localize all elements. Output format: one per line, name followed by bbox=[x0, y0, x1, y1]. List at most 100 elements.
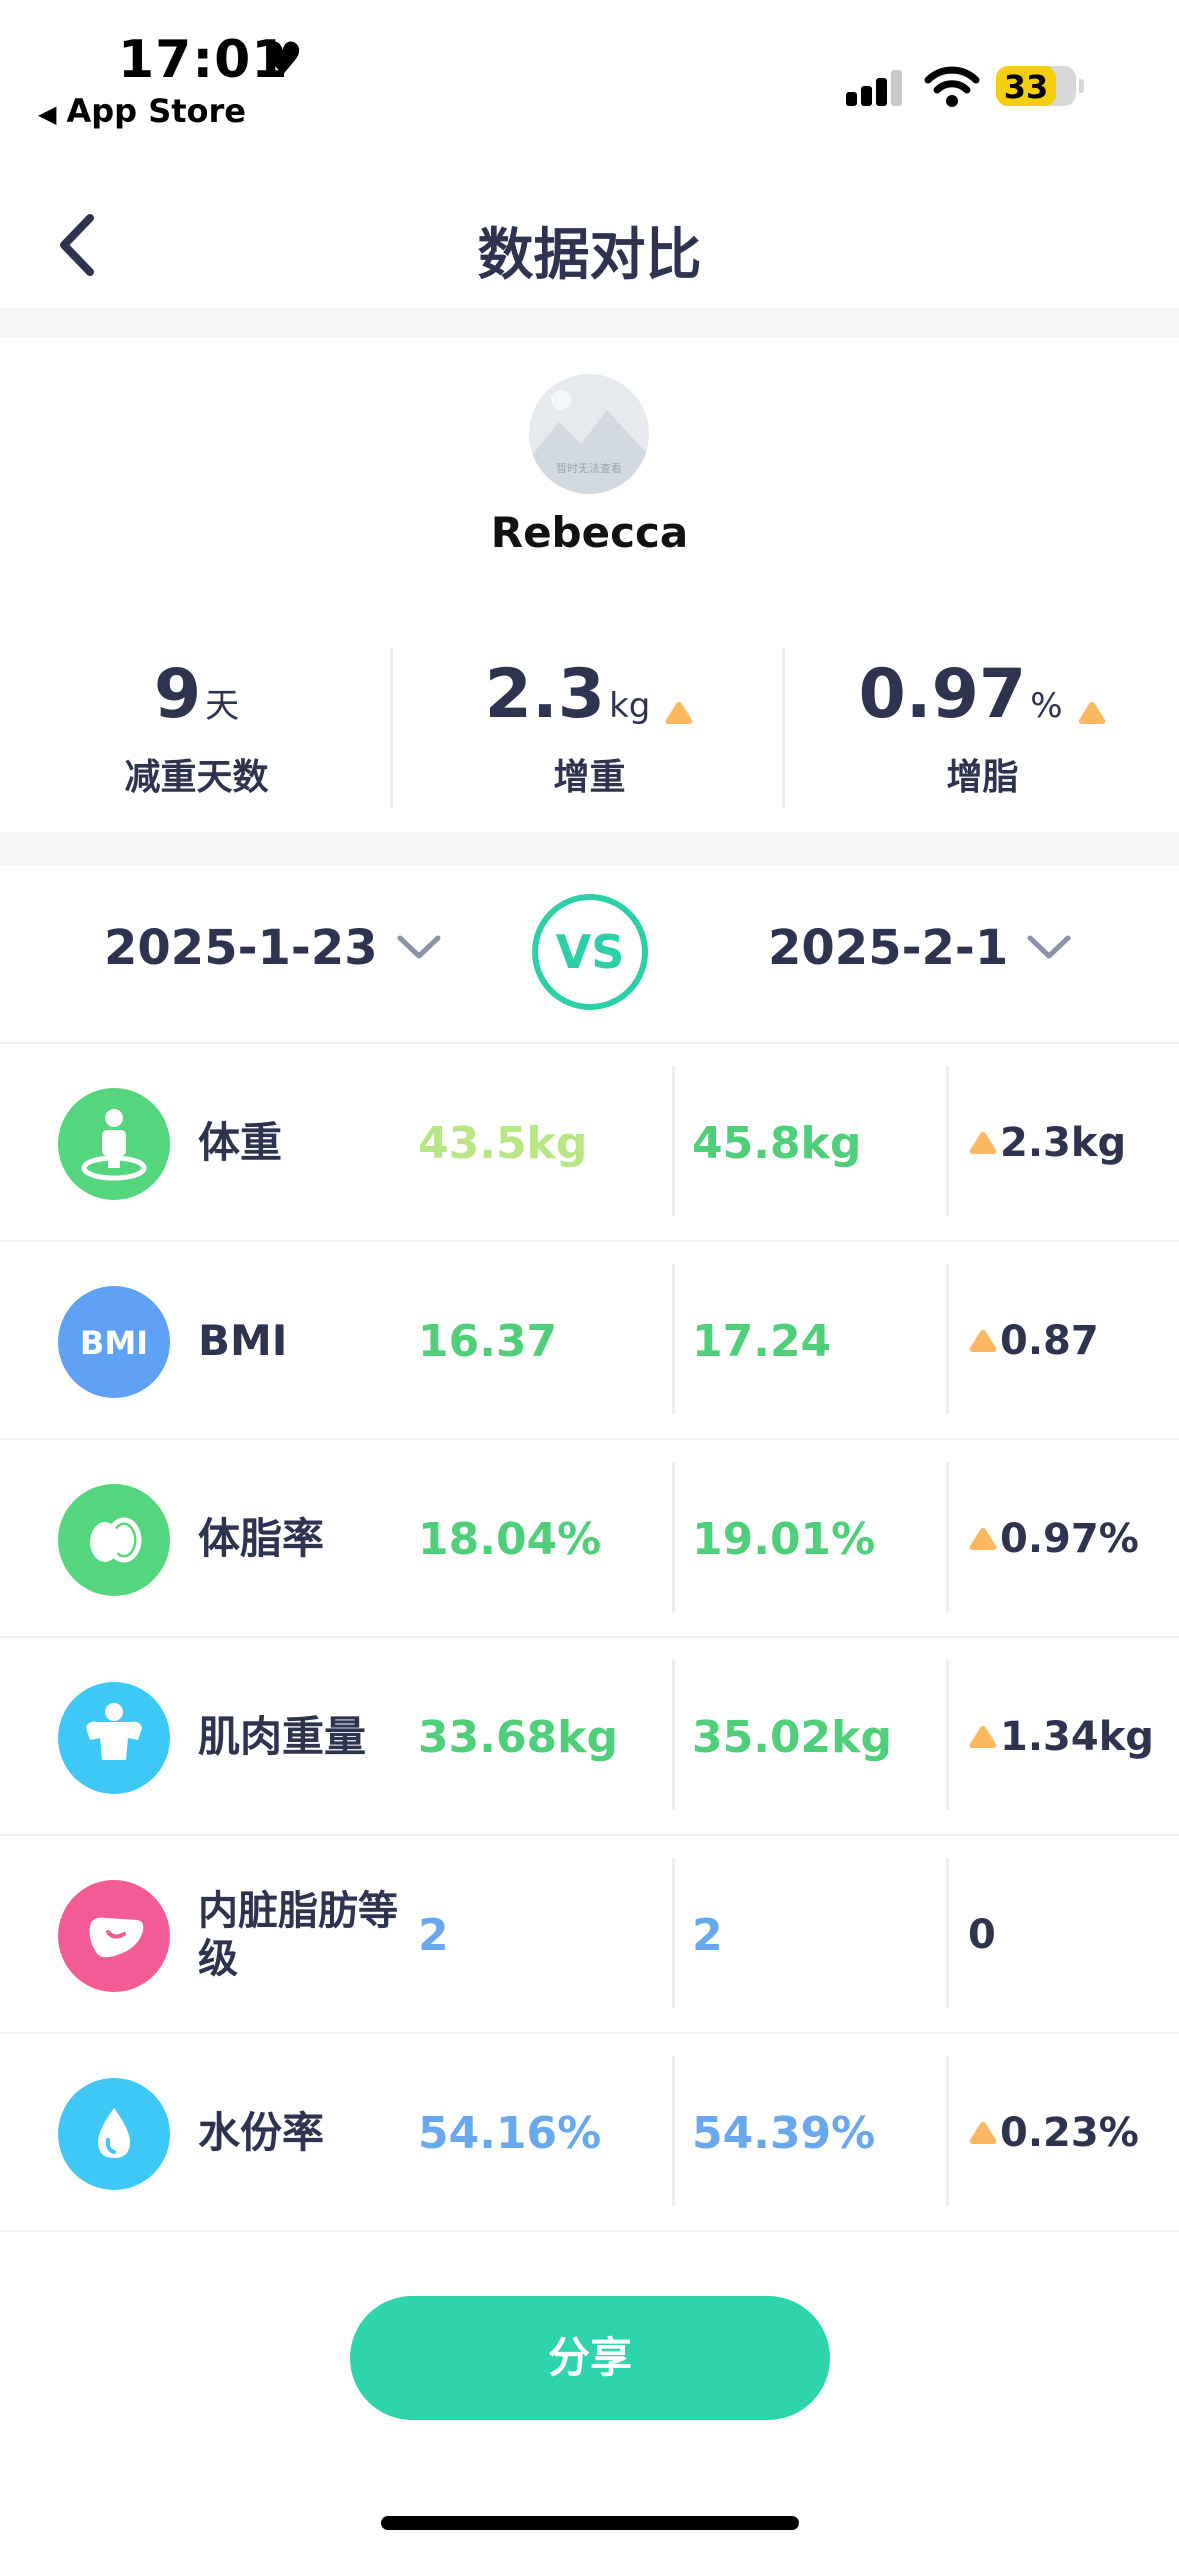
section-divider bbox=[0, 832, 1179, 866]
person-scale-icon bbox=[58, 1088, 170, 1200]
stat-unit: % bbox=[1030, 686, 1063, 726]
trend-up-icon bbox=[969, 1726, 997, 1748]
divider bbox=[672, 1858, 675, 2008]
divider bbox=[946, 2056, 949, 2206]
trend-up-icon bbox=[969, 1528, 997, 1550]
table-row: 肌肉重量 33.68kg 35.02kg 1.34kg bbox=[0, 1636, 1179, 1834]
image-placeholder-icon bbox=[529, 390, 649, 494]
signal-icon bbox=[846, 66, 906, 106]
wifi-icon bbox=[924, 66, 980, 107]
value-date1: 33.68kg bbox=[418, 1711, 618, 1763]
avatar: 暂时无法查看 bbox=[529, 374, 649, 494]
stat-days: 9天 减重天数 bbox=[0, 655, 393, 805]
stat-label: 增脂 bbox=[946, 757, 1019, 798]
back-to-app-store[interactable]: ◀ App Store bbox=[38, 92, 246, 130]
vs-badge: VS bbox=[532, 894, 648, 1010]
date-left-select[interactable]: 2025-1-23 bbox=[104, 920, 378, 976]
divider bbox=[946, 1462, 949, 1612]
stat-unit: 天 bbox=[205, 686, 240, 726]
trend-up-icon bbox=[1078, 701, 1105, 724]
value-date1: 54.16% bbox=[418, 2107, 602, 2159]
divider bbox=[946, 1858, 949, 2008]
muscle-icon bbox=[58, 1682, 170, 1794]
water-drop-icon bbox=[58, 2078, 170, 2190]
divider bbox=[672, 2056, 675, 2206]
date-right-select[interactable]: 2025-2-1 bbox=[768, 920, 1008, 976]
stat-unit: kg bbox=[609, 686, 651, 726]
divider bbox=[946, 1066, 949, 1216]
value-diff: 0.23% bbox=[968, 2034, 1139, 2232]
diff-text: 0.97% bbox=[1000, 1516, 1139, 1562]
battery-icon: 33 bbox=[996, 66, 1084, 106]
value-diff: 0.97% bbox=[968, 1440, 1139, 1638]
date-compare-bar: 2025-1-23 VS 2025-2-1 bbox=[0, 866, 1179, 1040]
value-diff: 0.87 bbox=[968, 1242, 1099, 1440]
bmi-icon: BMI bbox=[58, 1286, 170, 1398]
divider bbox=[782, 648, 785, 808]
trend-up-icon bbox=[969, 2122, 997, 2144]
share-button[interactable]: 分享 bbox=[350, 2296, 830, 2420]
table-row: 体脂率 18.04% 19.01% 0.97% bbox=[0, 1438, 1179, 1636]
back-app-label: App Store bbox=[66, 92, 246, 130]
value-diff: 0 bbox=[968, 1836, 996, 2034]
divider bbox=[672, 1264, 675, 1414]
nav-bar: 数据对比 bbox=[0, 180, 1179, 310]
trend-up-icon bbox=[666, 701, 693, 724]
table-row: 内脏脂肪等级 2 2 0 bbox=[0, 1834, 1179, 2032]
divider bbox=[672, 1066, 675, 1216]
row-label: 水份率 bbox=[198, 2107, 325, 2157]
chevron-down-icon[interactable] bbox=[396, 932, 442, 962]
value-date2: 35.02kg bbox=[692, 1711, 892, 1763]
section-divider bbox=[0, 308, 1179, 338]
svg-text:BMI: BMI bbox=[80, 1324, 148, 1362]
row-label: BMI bbox=[198, 1315, 288, 1365]
row-label: 体脂率 bbox=[198, 1513, 325, 1563]
stat-weight-gain: 2.3 kg 增重 bbox=[393, 655, 786, 805]
status-bar: 17:01 ♥ ◀ App Store 33 bbox=[0, 0, 1179, 150]
row-label: 肌肉重量 bbox=[198, 1711, 367, 1761]
stat-label: 减重天数 bbox=[124, 757, 269, 798]
diff-text: 1.34kg bbox=[1000, 1714, 1154, 1760]
trend-up-icon bbox=[969, 1132, 997, 1154]
stat-value: 9 bbox=[153, 655, 202, 734]
stat-value: 2.3 bbox=[484, 655, 606, 734]
value-date1: 16.37 bbox=[418, 1315, 558, 1367]
value-diff: 1.34kg bbox=[968, 1638, 1154, 1836]
value-date2: 54.39% bbox=[692, 2107, 876, 2159]
table-row: BMI BMI 16.37 17.24 0.87 bbox=[0, 1240, 1179, 1438]
diff-text: 0.87 bbox=[1000, 1318, 1099, 1364]
diff-text: 0 bbox=[968, 1912, 996, 1958]
value-date1: 18.04% bbox=[418, 1513, 602, 1565]
fat-icon bbox=[58, 1484, 170, 1596]
value-date2: 45.8kg bbox=[692, 1117, 862, 1169]
home-indicator bbox=[381, 2516, 799, 2530]
battery-level: 33 bbox=[1003, 68, 1049, 106]
divider bbox=[946, 1264, 949, 1414]
value-date2: 2 bbox=[692, 1909, 723, 1961]
diff-text: 2.3kg bbox=[1000, 1120, 1127, 1166]
table-row: 水份率 54.16% 54.39% 0.23% bbox=[0, 2032, 1179, 2230]
username: Rebecca bbox=[490, 508, 689, 557]
value-date1: 43.5kg bbox=[418, 1117, 588, 1169]
organ-icon bbox=[58, 1880, 170, 1992]
back-triangle-icon: ◀ bbox=[38, 100, 57, 128]
stat-value: 0.97 bbox=[858, 655, 1027, 734]
value-date1: 2 bbox=[418, 1909, 449, 1961]
divider bbox=[946, 1660, 949, 1810]
avatar-caption: 暂时无法查看 bbox=[556, 462, 622, 475]
value-date2: 19.01% bbox=[692, 1513, 876, 1565]
diff-text: 0.23% bbox=[1000, 2110, 1139, 2156]
row-label: 体重 bbox=[198, 1117, 283, 1167]
row-label: 内脏脂肪等级 bbox=[198, 1888, 398, 1982]
stat-label: 增重 bbox=[553, 757, 626, 798]
page-title: 数据对比 bbox=[477, 223, 702, 288]
divider bbox=[672, 1660, 675, 1810]
table-row: 体重 43.5kg 45.8kg 2.3kg bbox=[0, 1042, 1179, 1240]
chevron-down-icon[interactable] bbox=[1026, 932, 1072, 962]
divider bbox=[672, 1462, 675, 1612]
trend-up-icon bbox=[969, 1330, 997, 1352]
heart-icon: ♥ bbox=[262, 32, 304, 86]
value-date2: 17.24 bbox=[692, 1315, 832, 1367]
value-diff: 2.3kg bbox=[968, 1044, 1126, 1242]
stat-fat-gain: 0.97% 增脂 bbox=[786, 655, 1179, 805]
